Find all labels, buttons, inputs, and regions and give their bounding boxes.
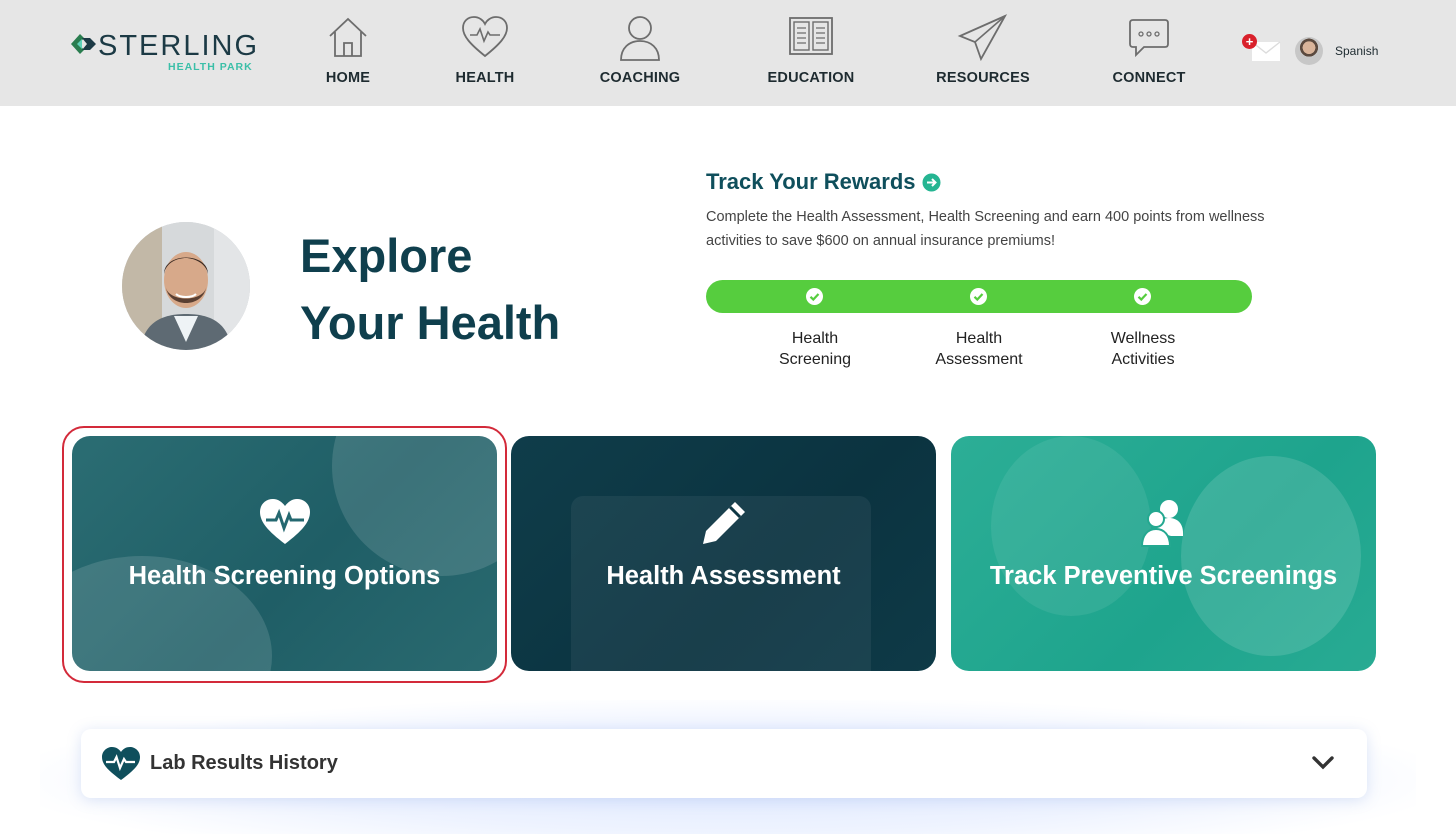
- language-toggle[interactable]: Spanish: [1335, 44, 1378, 58]
- nav-health[interactable]: HEALTH: [450, 14, 520, 94]
- step-label-line-2: Activities: [1111, 351, 1175, 368]
- nav-education-label: EDUCATION: [767, 70, 855, 86]
- notification-badge: +: [1242, 34, 1257, 49]
- heart-pulse-icon: [72, 498, 497, 550]
- health-screening-options-card[interactable]: Health Screening Options: [72, 436, 497, 671]
- step-label-line-2: Assessment: [935, 351, 1023, 368]
- rewards-progress-bar: [706, 280, 1252, 313]
- chevron-down-icon[interactable]: [1311, 755, 1335, 771]
- top-navigation-bar: STERLING HEALTH PARK HOME HEALTH COACHIN…: [0, 0, 1456, 106]
- coach-profile-photo: [122, 222, 250, 350]
- nav-coaching-label: COACHING: [599, 70, 681, 86]
- nav-connect-label: CONNECT: [1112, 70, 1186, 86]
- track-preventive-screenings-card[interactable]: Track Preventive Screenings: [951, 436, 1376, 671]
- step-label-line-1: Health: [955, 330, 1003, 347]
- step-health-assessment: Health Assessment: [909, 328, 1049, 370]
- pencil-icon: [511, 498, 936, 550]
- accordion-title: Lab Results History: [150, 752, 338, 774]
- users-icon: [951, 498, 1376, 550]
- check-circle-icon: [806, 288, 823, 305]
- page-title-line-2: Your Health: [300, 296, 561, 349]
- nav-connect[interactable]: CONNECT: [1108, 14, 1190, 94]
- step-label-line-2: Screening: [778, 351, 852, 368]
- rewards-title: Track Your Rewards: [706, 169, 916, 194]
- nav-health-label: HEALTH: [455, 70, 515, 86]
- sterling-logo[interactable]: STERLING HEALTH PARK: [68, 28, 268, 78]
- rewards-description: Complete the Health Assessment, Health S…: [706, 209, 1265, 249]
- check-circle-icon: [1134, 288, 1151, 305]
- step-label-line-1: Wellness: [1110, 330, 1176, 347]
- nav-home-label: HOME: [325, 70, 371, 86]
- check-circle-icon: [970, 288, 987, 305]
- card-background-decoration: [1181, 456, 1361, 656]
- card-label: Health Screening Options: [128, 562, 441, 590]
- home-icon: [329, 17, 367, 57]
- logo-mark-icon: [71, 34, 96, 54]
- logo-subtitle: HEALTH PARK: [168, 61, 253, 73]
- heart-pulse-icon: [462, 16, 508, 58]
- chat-icon: [1129, 19, 1169, 58]
- card-label: Health Assessment: [606, 562, 841, 590]
- user-avatar[interactable]: [1295, 37, 1323, 65]
- health-assessment-card[interactable]: Health Assessment: [511, 436, 936, 671]
- person-icon: [620, 16, 660, 61]
- nav-resources-label: RESOURCES: [936, 70, 1030, 86]
- step-wellness-activities: Wellness Activities: [1073, 328, 1213, 370]
- lab-results-history-accordion[interactable]: Lab Results History: [81, 729, 1367, 798]
- step-health-screening: Health Screening: [745, 328, 885, 370]
- logo-wordmark: STERLING: [98, 30, 260, 62]
- step-label-line-1: Health: [791, 330, 839, 347]
- nav-resources[interactable]: RESOURCES: [936, 14, 1030, 94]
- messages-button[interactable]: +: [1240, 34, 1282, 64]
- nav-coaching[interactable]: COACHING: [596, 14, 684, 94]
- track-rewards-link[interactable]: Track Your Rewards: [706, 169, 941, 195]
- arrow-circle-right-icon: [922, 173, 941, 191]
- page-title: Explore Your Health: [300, 222, 660, 356]
- nav-home[interactable]: HOME: [318, 14, 378, 94]
- nav-education[interactable]: EDUCATION: [764, 14, 858, 94]
- card-label: Track Preventive Screenings: [989, 562, 1338, 590]
- paper-plane-icon: [957, 14, 1008, 62]
- coach-portrait-image: [122, 222, 250, 350]
- book-icon: [789, 17, 833, 55]
- heart-pulse-icon: [102, 747, 140, 780]
- page-title-line-1: Explore: [300, 229, 473, 282]
